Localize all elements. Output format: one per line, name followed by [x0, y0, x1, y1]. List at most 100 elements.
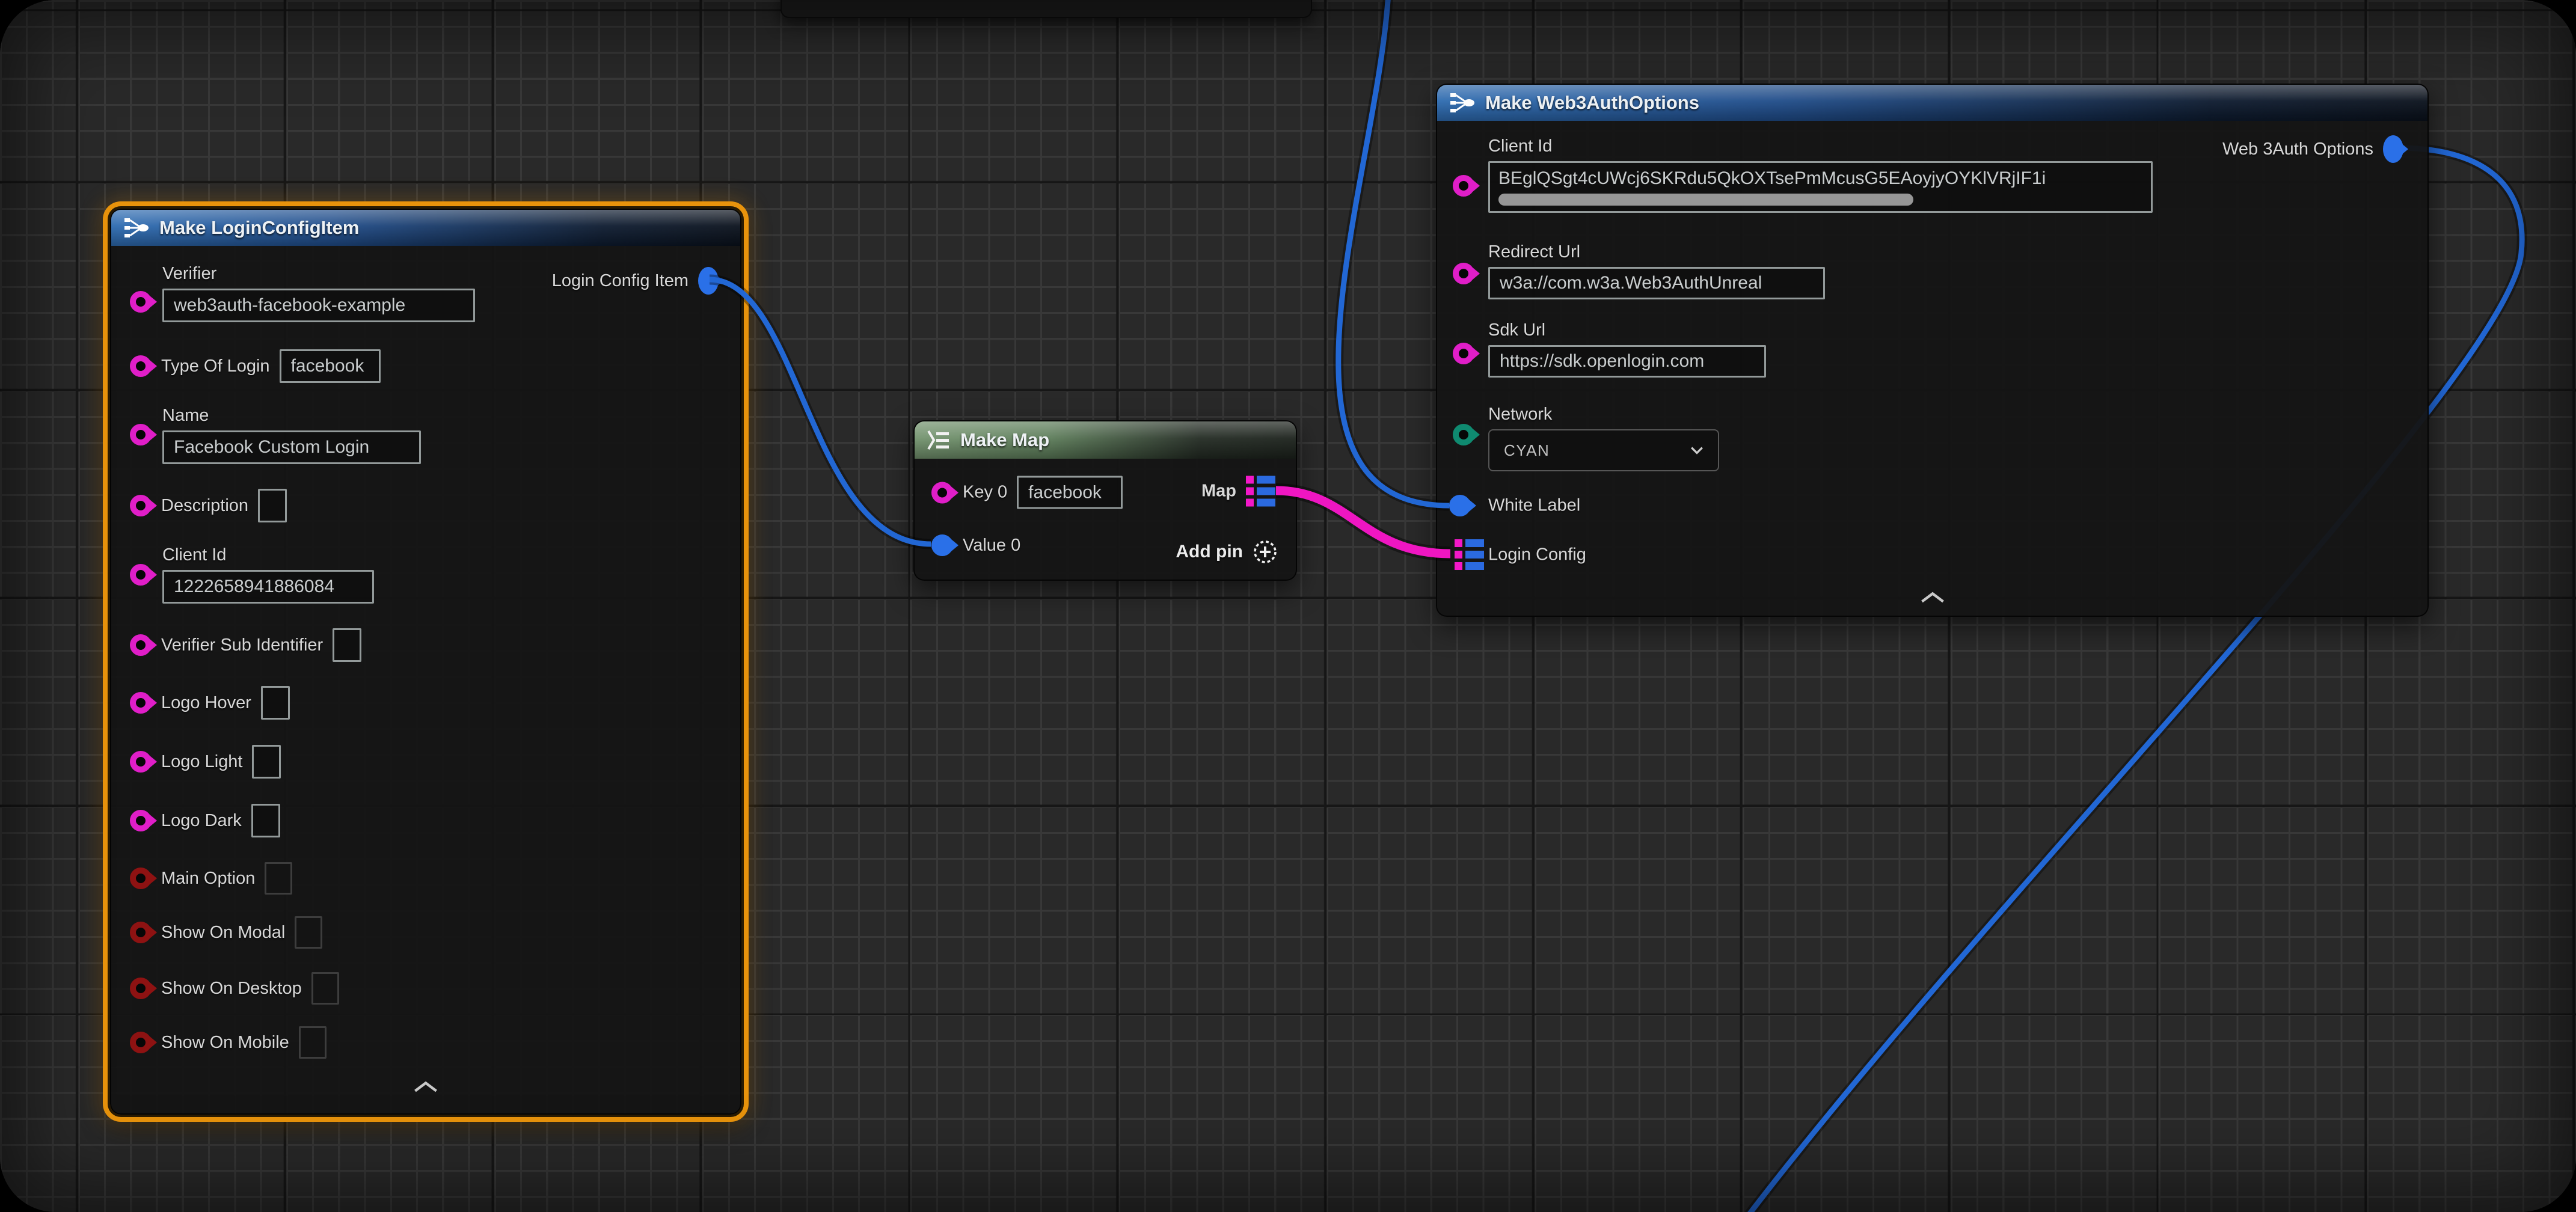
pin-client-id[interactable] [1453, 175, 1474, 197]
output-label: Map [1201, 482, 1236, 501]
field-name: Name Facebook Custom Login [162, 406, 421, 464]
field-label: Network [1488, 405, 1719, 424]
wire-map-to-login-config[interactable] [1276, 491, 1450, 554]
field-logo-light: Logo Light [130, 745, 281, 779]
node-make-web3auth-options[interactable]: Make Web3AuthOptions Web 3Auth Options C… [1436, 84, 2429, 617]
field-show-on-desktop: Show On Desktop [130, 972, 339, 1005]
node-header-make-web3auth-options[interactable]: Make Web3AuthOptions [1437, 85, 2427, 121]
logo-dark-input[interactable] [251, 804, 280, 837]
client-id-input[interactable]: 1222658941886084 [162, 570, 374, 604]
field-logo-hover: Logo Hover [130, 686, 290, 720]
type-of-login-value: facebook [291, 356, 364, 376]
key-0-value: facebook [1028, 482, 1102, 503]
field-client-id: Client Id 1222658941886084 [162, 545, 374, 604]
field-show-on-mobile: Show On Mobile [130, 1026, 327, 1059]
field-main-option: Main Option [130, 862, 292, 895]
pin-type-of-login[interactable] [130, 355, 152, 377]
pin-web3auth-options-output[interactable] [2383, 135, 2403, 163]
description-input[interactable] [258, 489, 287, 522]
client-id-scrollbar[interactable] [1498, 194, 1913, 206]
field-label: Description [161, 496, 248, 516]
field-label: Sdk Url [1488, 320, 1766, 340]
field-client-id: Client Id BEglQSgt4cUWcj6SKRdu5QkOXTsePm… [1488, 136, 2153, 213]
pin-map-output[interactable] [1246, 476, 1276, 507]
output-row-login-config-item: Login Config Item [552, 267, 719, 295]
pin-redirect-url[interactable] [1453, 263, 1474, 284]
pin-name[interactable] [130, 424, 152, 445]
output-row-map: Map [1201, 476, 1276, 507]
pin-show-on-modal[interactable] [130, 922, 152, 943]
field-redirect-url: Redirect Url w3a://com.w3a.Web3AuthUnrea… [1488, 242, 1825, 299]
blueprint-graph-canvas[interactable]: Make LoginConfigItem Login Config Item V… [0, 0, 2576, 1212]
field-label: Show On Modal [161, 923, 285, 943]
pin-main-option[interactable] [130, 868, 152, 889]
network-dropdown[interactable]: CYAN [1488, 429, 1719, 471]
pin-white-label[interactable] [1449, 495, 1471, 516]
node-make-login-config-item[interactable]: Make LoginConfigItem Login Config Item V… [110, 209, 741, 1115]
field-sdk-url: Sdk Url https://sdk.openlogin.com [1488, 320, 1766, 378]
name-input[interactable]: Facebook Custom Login [162, 430, 421, 464]
sdk-url-value: https://sdk.openlogin.com [1500, 351, 1704, 372]
pin-show-on-desktop[interactable] [130, 978, 152, 999]
pin-description[interactable] [130, 495, 152, 516]
key-0-input[interactable]: facebook [1017, 476, 1123, 509]
field-label: Client Id [162, 545, 374, 565]
make-map-icon [927, 429, 951, 451]
pin-network[interactable] [1453, 424, 1474, 445]
show-on-desktop-checkbox[interactable] [311, 972, 339, 1005]
field-label: Logo Hover [161, 693, 251, 713]
wire-login-config-item-to-value0[interactable] [710, 280, 931, 544]
pin-value-0[interactable] [931, 534, 953, 556]
field-key-0: Key 0 facebook [931, 476, 1123, 509]
name-value: Facebook Custom Login [174, 437, 369, 458]
show-on-mobile-checkbox[interactable] [299, 1026, 327, 1059]
pin-verifier-sub-identifier[interactable] [130, 634, 152, 656]
verifier-sub-identifier-input[interactable] [333, 628, 361, 662]
sdk-url-input[interactable]: https://sdk.openlogin.com [1488, 345, 1766, 378]
node-make-map[interactable]: Make Map Key 0 facebook Map Value [913, 420, 1297, 581]
pin-logo-dark[interactable] [130, 810, 152, 831]
wire-white-label-halo [1339, 0, 1449, 506]
collapse-node-button[interactable] [1921, 591, 1945, 607]
node-title: Make Map [960, 429, 1049, 451]
field-label: Key 0 [963, 483, 1007, 503]
pin-sdk-url[interactable] [1453, 343, 1474, 364]
field-description: Description [130, 489, 287, 522]
pin-login-config[interactable] [1455, 539, 1485, 570]
pin-key-0[interactable] [931, 482, 953, 503]
pin-show-on-mobile[interactable] [130, 1032, 152, 1053]
field-label: Verifier Sub Identifier [161, 635, 323, 655]
offscreen-node-bottom[interactable] [780, 0, 1312, 18]
field-label: Name [162, 406, 421, 426]
field-label: Value 0 [963, 536, 1020, 556]
main-option-checkbox[interactable] [265, 862, 292, 895]
graph-grid[interactable]: Make LoginConfigItem Login Config Item V… [0, 0, 2576, 1212]
collapse-node-button[interactable] [414, 1080, 438, 1097]
pin-logo-light[interactable] [130, 751, 152, 773]
pin-client-id[interactable] [130, 564, 152, 586]
field-verifier: Verifier web3auth-facebook-example [162, 264, 475, 322]
field-type-of-login: Type Of Login facebook [130, 349, 381, 383]
make-struct-icon [123, 216, 150, 239]
output-label: Web 3Auth Options [2222, 139, 2373, 159]
wire-to-white-label[interactable] [1339, 0, 1449, 506]
node-header-make-login-config-item[interactable]: Make LoginConfigItem [111, 210, 740, 246]
field-logo-dark: Logo Dark [130, 804, 280, 837]
redirect-url-input[interactable]: w3a://com.w3a.Web3AuthUnreal [1488, 267, 1825, 299]
output-row-web3auth-options: Web 3Auth Options [2222, 135, 2403, 163]
field-label: Logo Dark [161, 811, 242, 831]
pin-logo-hover[interactable] [130, 692, 152, 714]
add-pin-button[interactable]: Add pin [1176, 539, 1278, 565]
client-id-input[interactable]: BEglQSgt4cUWcj6SKRdu5QkOXTsePmMcusG5EAoy… [1488, 161, 2153, 213]
field-show-on-modal: Show On Modal [130, 916, 322, 949]
show-on-modal-checkbox[interactable] [295, 916, 322, 949]
pin-login-config-item-output[interactable] [698, 267, 719, 295]
logo-hover-input[interactable] [261, 686, 290, 720]
verifier-input[interactable]: web3auth-facebook-example [162, 289, 475, 322]
node-title: Make Web3AuthOptions [1485, 92, 1699, 114]
logo-light-input[interactable] [252, 745, 281, 779]
type-of-login-input[interactable]: facebook [280, 349, 381, 383]
pin-verifier[interactable] [130, 291, 152, 313]
node-header-make-map[interactable]: Make Map [915, 421, 1296, 459]
add-pin-icon [1253, 539, 1278, 565]
